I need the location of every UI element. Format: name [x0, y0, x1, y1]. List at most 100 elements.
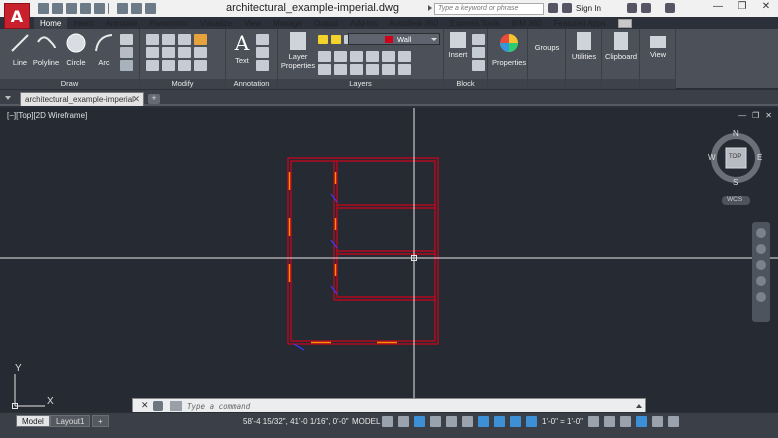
redo-icon[interactable] [131, 3, 142, 14]
close-button[interactable]: ✕ [754, 0, 778, 15]
layer-walk-icon[interactable] [334, 64, 347, 75]
viewcube-west[interactable]: W [708, 153, 716, 162]
layer-off-icon[interactable] [382, 51, 395, 62]
tab-view[interactable]: View [238, 17, 267, 29]
customization-menu-icon[interactable] [667, 416, 679, 427]
add-layout-button[interactable]: + [92, 415, 109, 427]
layer-properties-tool[interactable]: Layer Properties [280, 32, 316, 70]
layer-match-icon[interactable] [318, 51, 331, 62]
search-input[interactable]: Type a keyword or phrase [434, 3, 544, 15]
tab-visualize[interactable]: Visualize [194, 17, 238, 29]
dynamic-input-icon[interactable] [414, 416, 425, 427]
array-icon[interactable] [178, 60, 191, 71]
clean-screen-icon[interactable] [651, 416, 663, 427]
properties-tool[interactable]: Properties [492, 32, 526, 67]
layer-lock-icon[interactable] [398, 51, 411, 62]
groups-panel-expand[interactable] [528, 79, 565, 89]
door-swings[interactable] [293, 193, 338, 351]
hardware-acceleration-icon[interactable] [635, 416, 647, 427]
command-input[interactable]: Type a command [187, 402, 250, 411]
line-tool[interactable]: Line [6, 32, 34, 67]
draw-panel-title[interactable]: Draw [0, 79, 139, 89]
file-tabs-menu-icon[interactable] [5, 96, 11, 100]
layer-isolate-icon[interactable] [350, 51, 363, 62]
tab-insert[interactable]: Insert [67, 17, 99, 29]
layer-delete-icon[interactable] [366, 64, 379, 75]
tab-manage[interactable]: Manage [267, 17, 308, 29]
orbit-icon[interactable] [756, 276, 766, 286]
utilities-tool[interactable]: Utilities [568, 32, 600, 61]
utilities-panel-expand[interactable] [566, 79, 601, 89]
door-swing[interactable] [293, 343, 305, 351]
file-tab-active[interactable]: architectural_example-imperial ✕ [20, 92, 144, 106]
arc-tool[interactable]: Arc [90, 32, 118, 67]
offset-icon[interactable] [194, 60, 207, 71]
sign-in-link[interactable]: Sign In [576, 4, 601, 13]
help-icon[interactable] [664, 3, 675, 13]
layer-thaw-icon[interactable] [331, 35, 341, 44]
close-file-tab-icon[interactable]: ✕ [132, 94, 140, 105]
isodraft-icon[interactable] [462, 416, 473, 427]
add-icon[interactable] [603, 416, 615, 427]
tab-annotate[interactable]: Annotate [99, 17, 143, 29]
tab-bim-360[interactable]: BIM 360 [506, 17, 548, 29]
openings[interactable] [288, 172, 398, 344]
table-icon[interactable] [256, 60, 269, 71]
save-as-icon[interactable] [80, 3, 91, 14]
object-snap-icon[interactable] [494, 416, 505, 427]
layer-freeze-icon[interactable] [366, 51, 379, 62]
auto-scale-icon[interactable] [526, 416, 537, 427]
clipboard-tool[interactable]: Clipboard [604, 32, 638, 61]
close-command-line-icon[interactable]: ✕ [141, 400, 149, 411]
undo-icon[interactable] [117, 3, 128, 14]
view-tool[interactable]: View [642, 32, 674, 59]
polyline-tool[interactable]: Polyline [32, 32, 60, 67]
zoom-extents-icon[interactable] [756, 260, 766, 270]
tab-parametric[interactable]: Parametric [143, 17, 194, 29]
dimension-icon[interactable] [256, 34, 269, 45]
move-icon[interactable] [146, 34, 159, 45]
steering-wheel-icon[interactable] [756, 228, 766, 238]
tab-featured-apps[interactable]: Featured Apps [548, 17, 612, 29]
make-current-icon[interactable] [318, 64, 331, 75]
create-block-icon[interactable] [472, 34, 485, 45]
region-icon[interactable] [120, 60, 133, 71]
insert-tool[interactable]: Insert [444, 32, 472, 59]
pan-icon[interactable] [756, 244, 766, 254]
modify-panel-title[interactable]: Modify [140, 79, 225, 89]
search-expand-icon[interactable] [428, 5, 432, 11]
text-tool[interactable]: A Text [228, 32, 256, 65]
erase-icon[interactable] [194, 34, 207, 45]
rotate-icon[interactable] [162, 34, 175, 45]
annotation-scale[interactable]: 1'-0" = 1'-0" [542, 417, 583, 426]
viewcube-east[interactable]: E [757, 153, 762, 162]
save-icon[interactable] [66, 3, 77, 14]
rectangle-icon[interactable] [120, 34, 133, 45]
isolate-objects-icon[interactable] [619, 416, 631, 427]
stretch-icon[interactable] [146, 60, 159, 71]
viewcube-south[interactable]: S [733, 178, 738, 187]
layer-merge-icon[interactable] [350, 64, 363, 75]
showmotion-icon[interactable] [756, 292, 766, 302]
customize-qat-icon[interactable] [145, 3, 156, 14]
minimize-button[interactable]: — [706, 0, 730, 15]
model-space-toggle[interactable]: MODEL [352, 417, 380, 426]
snap-icon[interactable] [398, 416, 409, 427]
ribbon-display-toggle[interactable] [612, 17, 632, 29]
maximize-button[interactable]: ❐ [730, 0, 754, 15]
tab-home[interactable]: Home [34, 17, 68, 29]
fillet-icon[interactable] [178, 47, 191, 58]
ortho-icon[interactable] [430, 416, 441, 427]
mirror-icon[interactable] [162, 47, 175, 58]
wcs-label[interactable]: WCS [727, 196, 742, 203]
application-menu-button[interactable]: A [4, 3, 30, 29]
ribbon-minimize-icon[interactable] [617, 18, 632, 28]
viewcube-face-label[interactable]: TOP [729, 154, 741, 160]
layer-on-icon[interactable] [318, 35, 328, 44]
layers-panel-title[interactable]: Layers [278, 79, 443, 89]
floor-plan[interactable] [287, 157, 439, 345]
copy-icon[interactable] [146, 47, 159, 58]
edit-block-icon[interactable] [472, 47, 485, 58]
explode-icon[interactable] [194, 47, 207, 58]
layer-previous-icon[interactable] [334, 51, 347, 62]
